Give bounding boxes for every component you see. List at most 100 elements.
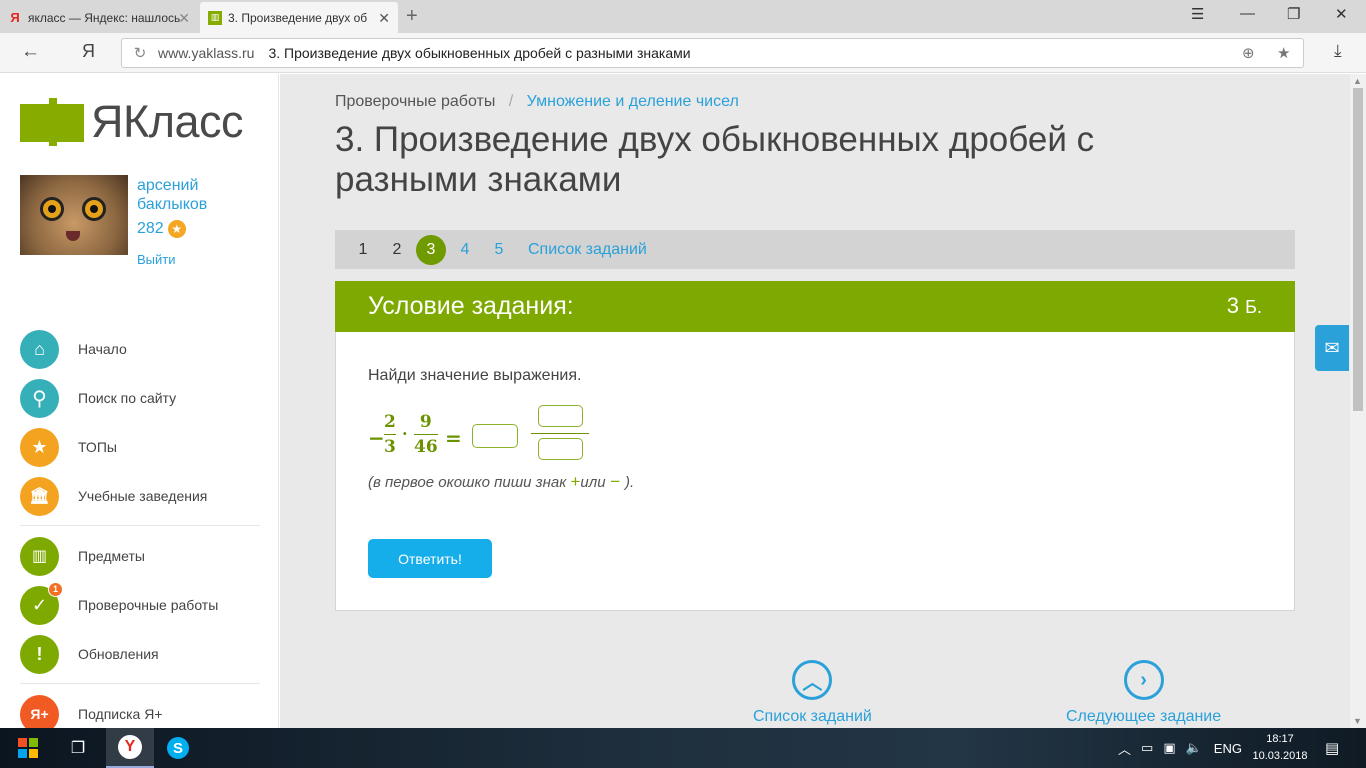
sidebar-item-home[interactable]: ⌂ Начало	[20, 329, 270, 369]
yandex-browser-icon: Y	[118, 735, 142, 759]
windows-logo-icon	[18, 738, 38, 758]
notifications-icon[interactable]: ▤	[1325, 728, 1339, 768]
exclamation-icon: !	[20, 634, 59, 674]
system-tray: ︿ ▭ ▣ 🔈 ENG	[1118, 728, 1242, 768]
sidebar-item-search[interactable]: ⚲ Поиск по сайту	[20, 378, 270, 418]
star-icon: ★	[20, 427, 59, 467]
notification-badge: 1	[48, 581, 63, 597]
breadcrumb: Проверочные работы / Умножение и деление…	[335, 93, 739, 111]
task-header-title: Условие задания:	[368, 292, 574, 320]
fraction-1: 2 3	[384, 412, 396, 457]
page-scrollbar[interactable]: ▲ ▼	[1350, 74, 1366, 728]
sidebar-item-updates[interactable]: ! Обновления	[20, 634, 270, 674]
globe-icon[interactable]: ⊕	[1242, 44, 1255, 62]
sidebar-item-label: Предметы	[78, 548, 145, 564]
equals-sign: =	[445, 426, 462, 450]
points-value: 3	[1226, 293, 1240, 318]
sidebar-item-institutions[interactable]: 🏛 Учебные заведения	[20, 476, 270, 516]
task-number-4[interactable]: 4	[450, 235, 480, 265]
task-body: Найди значение выражения. − 2 3 · 9 46 =…	[335, 332, 1295, 611]
sidebar-item-subjects[interactable]: ▥ Предметы	[20, 536, 270, 576]
sidebar-item-tests[interactable]: ✓ 1 Проверочные работы	[20, 581, 270, 625]
tab-label: 3. Произведение двух об	[228, 10, 368, 25]
user-name[interactable]: арсений баклыков	[137, 176, 257, 214]
address-bar-row: ← Я ↻ www.yaklass.ru 3. Произведение дву…	[0, 33, 1366, 73]
logo-book-icon	[20, 98, 86, 146]
back-arrow-icon[interactable]: ←	[21, 41, 40, 63]
yaklass-logo[interactable]: ЯКласс	[20, 96, 244, 148]
download-icon[interactable]: ⤓	[1334, 41, 1342, 61]
language-indicator[interactable]: ENG	[1214, 741, 1242, 756]
task-number-3-current[interactable]: 3	[416, 234, 446, 265]
minimize-button[interactable]: —	[1240, 5, 1255, 22]
minus-sign: −	[605, 472, 625, 491]
breadcrumb-current[interactable]: Умножение и деление чисел	[527, 93, 739, 110]
numerator-input[interactable]	[538, 405, 583, 427]
bottom-link-label: Следующее задание	[1066, 708, 1222, 725]
reload-icon[interactable]: ↻	[122, 44, 158, 62]
task-number-1[interactable]: 1	[348, 235, 378, 265]
scrollbar-thumb[interactable]	[1353, 88, 1363, 411]
close-window-button[interactable]: ✕	[1335, 5, 1348, 23]
restore-button[interactable]: ❐	[1287, 5, 1300, 23]
breadcrumb-root[interactable]: Проверочные работы	[335, 93, 495, 110]
task-view-icon[interactable]: ❐	[58, 728, 98, 768]
fraction-denominator: 46	[414, 437, 438, 457]
taskbar-skype[interactable]: S	[156, 728, 200, 768]
browser-tab-bar: Я яклacc — Яндекс: нашлось ✕ ▥ 3. Произв…	[0, 0, 1366, 33]
windows-taskbar: ❐ Y S ︿ ▭ ▣ 🔈 ENG 18:17 10.03.2018 ▤	[0, 728, 1366, 768]
ya-plus-icon: Я+	[20, 694, 59, 728]
close-icon[interactable]: ✕	[378, 10, 390, 27]
book-icon: ▥	[20, 536, 59, 576]
next-task-link[interactable]: › Следующее задание	[1066, 660, 1221, 726]
clock-time: 18:17	[1266, 733, 1294, 745]
task-header: Условие задания: 3 Б.	[335, 281, 1295, 332]
clock-date: 10.03.2018	[1252, 750, 1308, 762]
main-content: Проверочные работы / Умножение и деление…	[280, 74, 1350, 728]
page-title: 3. Произведение двух обыкновенных дробей…	[335, 120, 1095, 199]
home-icon: ⌂	[20, 329, 59, 369]
url-field[interactable]: ↻ www.yaklass.ru 3. Произведение двух об…	[121, 38, 1304, 68]
task-number-2[interactable]: 2	[382, 235, 412, 265]
task-list-link[interactable]: Список заданий	[528, 241, 647, 259]
sidebar-item-subscription[interactable]: Я+ Подписка Я+	[20, 694, 270, 728]
yandex-button[interactable]: Я	[82, 41, 95, 62]
sidebar-item-tops[interactable]: ★ ТОПы	[20, 427, 270, 467]
taskbar-clock[interactable]: 18:17 10.03.2018	[1252, 731, 1308, 765]
points-value: 282	[137, 220, 164, 237]
new-tab-button[interactable]: +	[406, 5, 418, 28]
sidebar-item-label: Учебные заведения	[78, 488, 208, 504]
sidebar-divider	[20, 525, 260, 526]
chevron-up-icon: ︿	[792, 660, 833, 700]
sign-input[interactable]	[472, 424, 518, 448]
volume-icon[interactable]: 🔈	[1186, 740, 1202, 756]
scroll-up-icon[interactable]: ▲	[1353, 76, 1362, 86]
sidebar-item-label: ТОПы	[78, 439, 117, 455]
answer-button[interactable]: Ответить!	[368, 539, 492, 578]
logout-link[interactable]: Выйти	[137, 252, 176, 267]
mail-icon: ✉	[1324, 337, 1340, 358]
network-icon[interactable]: ▣	[1163, 740, 1175, 756]
user-points[interactable]: 282 ★	[137, 220, 186, 238]
url-page-title: 3. Произведение двух обыкновенных дробей…	[268, 45, 691, 61]
task-number-5[interactable]: 5	[484, 235, 514, 265]
star-icon: ★	[167, 220, 186, 238]
points-unit: Б.	[1245, 297, 1262, 317]
menu-icon[interactable]: ☰	[1191, 5, 1204, 23]
bookmark-star-icon[interactable]: ★	[1277, 44, 1290, 62]
close-icon[interactable]: ✕	[178, 10, 190, 27]
denominator-input[interactable]	[538, 438, 583, 460]
taskbar-yandex-browser[interactable]: Y	[106, 728, 154, 768]
bottom-task-list-link[interactable]: ︿ Список заданий	[753, 660, 872, 726]
browser-tab-search[interactable]: Я яклacc — Яндекс: нашлось ✕	[0, 2, 198, 33]
skype-icon: S	[167, 737, 189, 759]
battery-icon[interactable]: ▭	[1141, 740, 1153, 756]
avatar[interactable]	[20, 175, 128, 255]
browser-tab-active[interactable]: ▥ 3. Произведение двух об ✕	[200, 2, 398, 33]
feedback-mail-button[interactable]: ✉	[1315, 325, 1349, 371]
start-button[interactable]	[8, 728, 48, 768]
chevron-up-icon[interactable]: ︿	[1118, 739, 1131, 758]
search-icon: ⚲	[20, 378, 59, 418]
fraction-numerator: 9	[419, 412, 432, 432]
scroll-down-icon[interactable]: ▼	[1353, 716, 1362, 726]
